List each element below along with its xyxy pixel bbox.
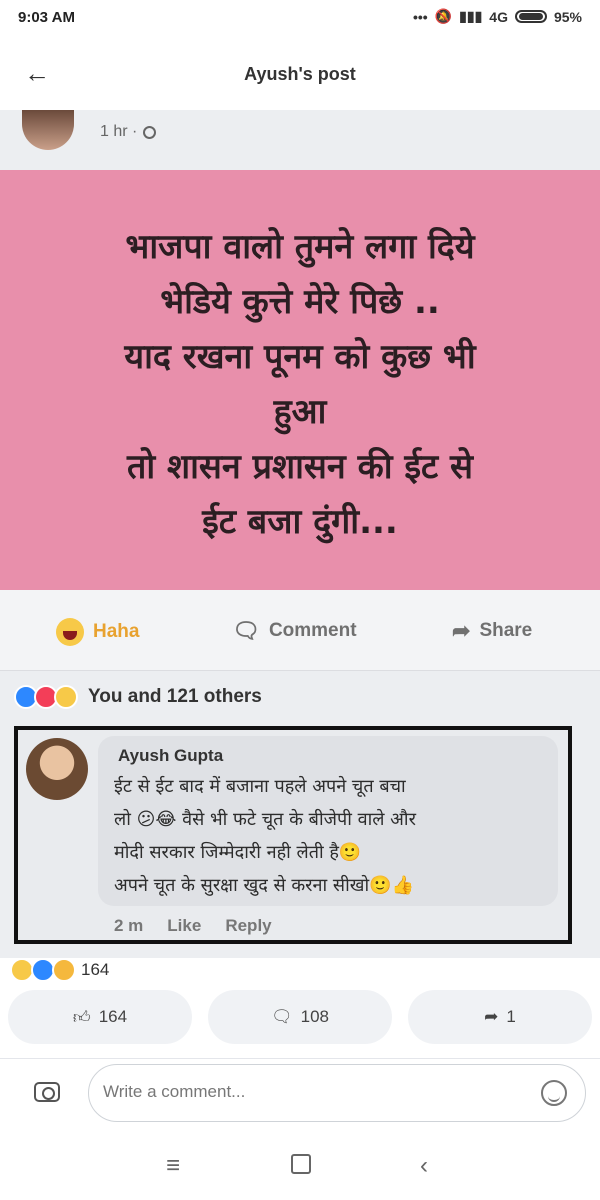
commenter-name: Ayush Gupta	[118, 746, 224, 765]
commenter-avatar	[26, 738, 88, 800]
signal-icon: ▮▮▮	[459, 8, 483, 24]
wow-reaction-icon	[52, 958, 76, 982]
page-title: Ayush's post	[244, 64, 356, 84]
globe-icon	[143, 125, 157, 139]
divider	[0, 1058, 600, 1059]
original-reactions: You and 121 others	[14, 685, 262, 709]
emoji-icon[interactable]	[541, 1080, 567, 1106]
status-icons: ••• 🔕 ▮▮▮ 4G 95%	[413, 8, 582, 25]
comment-time: 2 m	[114, 916, 144, 935]
network-type: 4G	[489, 8, 508, 25]
original-action-bar: Haha 🗨 Comment ➦ Share	[0, 590, 600, 671]
post-meta: 1 hr ·	[100, 123, 157, 141]
more-dots-icon: •••	[413, 8, 428, 25]
post-image[interactable]: 1 hr · भाजपा वालो तुमने लगा दिये भेडिये …	[0, 110, 600, 958]
share-button[interactable]: ➦ 1	[408, 990, 592, 1044]
system-nav-bar: ≡ ‹	[0, 1136, 600, 1200]
comment-bubble-icon: 🗨	[271, 1007, 293, 1026]
like-button[interactable]: 👍︎ 164	[8, 990, 192, 1044]
thumbs-up-icon: 👍︎	[72, 1007, 91, 1027]
highlighted-comment: Ayush Gupta ईट से ईट बाद में बजाना पहले …	[14, 726, 572, 944]
comment-bubble-icon: 🗨	[232, 618, 260, 643]
status-time: 9:03 AM	[18, 9, 75, 26]
haha-reaction-icon	[54, 685, 78, 709]
menu-icon[interactable]: ≡	[166, 1152, 180, 1180]
haha-action: Haha	[56, 618, 139, 646]
status-bar: 9:03 AM ••• 🔕 ▮▮▮ 4G 95%	[0, 0, 600, 36]
comment-reply: Reply	[225, 916, 272, 935]
post-text: भाजपा वालो तुमने लगा दिये भेडिये कुत्ते …	[124, 227, 476, 542]
post-time: 1 hr ·	[100, 123, 138, 140]
share-arrow-icon: ➦	[452, 618, 471, 643]
camera-icon[interactable]	[34, 1082, 60, 1102]
comment-input-box[interactable]	[88, 1064, 586, 1122]
home-square-icon[interactable]	[291, 1154, 311, 1174]
comment-action: 🗨 Comment	[232, 618, 357, 643]
reaction-summary[interactable]: 164	[10, 958, 109, 982]
share-action: ➦ Share	[452, 618, 533, 643]
share-arrow-icon: ➦	[484, 1007, 499, 1026]
app-header: ← Ayush's post	[0, 36, 600, 110]
battery-icon	[514, 10, 547, 23]
comment-button[interactable]: 🗨 108	[208, 990, 392, 1044]
haha-icon	[56, 618, 84, 646]
mute-icon: 🔕	[434, 8, 453, 24]
original-poster-avatar	[22, 110, 74, 150]
battery-level: 95%	[553, 8, 582, 25]
comment-footer: 2 m Like Reply	[114, 916, 272, 936]
comment-input[interactable]	[101, 1081, 525, 1103]
comment-text: ईट से ईट बाद में बजाना पहले अपने चूत बचा…	[114, 776, 416, 896]
comment-like: Like	[167, 916, 202, 935]
back-chevron-icon[interactable]: ‹	[420, 1152, 428, 1180]
